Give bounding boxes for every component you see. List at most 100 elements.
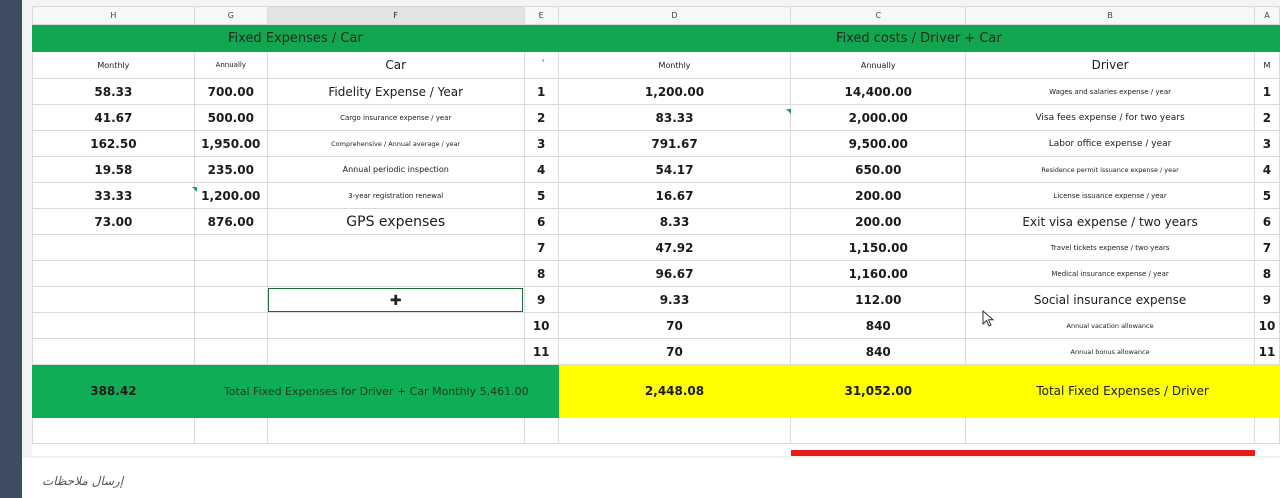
empty-cell[interactable] bbox=[523, 417, 559, 444]
cell-annually-car[interactable]: 700.00 bbox=[193, 78, 268, 105]
cell-annually-driver[interactable]: 200.00 bbox=[790, 182, 967, 209]
cell-monthly-car[interactable]: 41.67 bbox=[32, 104, 195, 131]
cell-index-a[interactable]: 4 bbox=[1253, 156, 1280, 183]
cell-car-item[interactable]: Comprehensive / Annual average / year bbox=[266, 130, 525, 157]
empty-cell[interactable] bbox=[1253, 417, 1280, 444]
cell-monthly-driver[interactable]: 70 bbox=[557, 338, 792, 365]
cell-car-item[interactable]: Annual periodic inspection bbox=[266, 156, 525, 183]
subheader-car[interactable]: Car bbox=[266, 51, 525, 79]
driver-car-section-title[interactable]: Fixed costs / Driver + Car bbox=[557, 24, 1280, 52]
cell-monthly-driver[interactable]: 96.67 bbox=[557, 260, 792, 287]
cell-driver-item[interactable]: Annual vacation allowance bbox=[965, 312, 1255, 339]
empty-cell[interactable] bbox=[193, 417, 268, 444]
cell-index[interactable]: 2 bbox=[523, 104, 559, 131]
cell-index-a[interactable]: 5 bbox=[1253, 182, 1280, 209]
cell-monthly-car[interactable]: 162.50 bbox=[32, 130, 195, 157]
cell-monthly-driver[interactable]: 1,200.00 bbox=[557, 78, 792, 105]
cell-monthly-driver[interactable]: 47.92 bbox=[557, 234, 792, 261]
cell-annually-car[interactable]: 235.00 bbox=[193, 156, 268, 183]
cell-index[interactable]: 4 bbox=[523, 156, 559, 183]
cell-driver-item[interactable]: Labor office expense / year bbox=[965, 130, 1255, 157]
send-feedback-link[interactable]: إرسال ملاحظات bbox=[42, 474, 123, 488]
empty-cell[interactable] bbox=[557, 417, 792, 444]
cell-annually-car[interactable]: 876.00 bbox=[193, 208, 268, 235]
cell-car-item[interactable] bbox=[266, 312, 525, 339]
cell-annually-driver[interactable]: 840 bbox=[790, 312, 967, 339]
column-header-c[interactable]: C bbox=[790, 6, 967, 25]
cell-index-a[interactable]: 3 bbox=[1253, 130, 1280, 157]
cell-car-item[interactable]: GPS expenses bbox=[266, 208, 525, 235]
cell-annually-car[interactable]: 500.00 bbox=[193, 104, 268, 131]
cell-annually-driver[interactable]: 14,400.00 bbox=[790, 78, 967, 105]
cell-annually-driver[interactable]: 112.00 bbox=[790, 286, 967, 313]
column-header-b[interactable]: B bbox=[965, 6, 1255, 25]
subheader-annually-car[interactable]: Annually bbox=[193, 51, 268, 79]
cell-monthly-driver[interactable]: 8.33 bbox=[557, 208, 792, 235]
empty-cell[interactable] bbox=[32, 417, 195, 444]
cell-annually-car[interactable] bbox=[193, 312, 268, 339]
cell-index[interactable]: 5 bbox=[523, 182, 559, 209]
cell-index-a[interactable]: 9 bbox=[1253, 286, 1280, 313]
cell-monthly-driver[interactable]: 70 bbox=[557, 312, 792, 339]
cell-monthly-driver[interactable]: 16.67 bbox=[557, 182, 792, 209]
cell-car-item[interactable] bbox=[266, 234, 525, 261]
cell-annually-car[interactable]: 1,950.00 bbox=[193, 130, 268, 157]
cell-car-item[interactable] bbox=[266, 338, 525, 365]
cell-index[interactable]: 8 bbox=[523, 260, 559, 287]
cell-monthly-car[interactable]: 73.00 bbox=[32, 208, 195, 235]
subheader-monthly-car[interactable]: Monthly bbox=[32, 51, 195, 79]
cell-monthly-driver[interactable]: 83.33 bbox=[557, 104, 792, 131]
cell-index[interactable]: 6 bbox=[523, 208, 559, 235]
subheader-annually-driver[interactable]: Annually bbox=[790, 51, 967, 79]
cell-index[interactable]: 11 bbox=[523, 338, 559, 365]
total-combined-label[interactable]: Total Fixed Expenses for Driver + Car Mo… bbox=[193, 364, 559, 418]
empty-cell[interactable] bbox=[790, 417, 967, 444]
subheader-index[interactable]: ٔ bbox=[523, 51, 559, 79]
column-header-a[interactable]: A bbox=[1253, 6, 1280, 25]
cell-driver-item[interactable]: Exit visa expense / two years bbox=[965, 208, 1255, 235]
cell-driver-item[interactable]: Visa fees expense / for two years bbox=[965, 104, 1255, 131]
cell-annually-driver[interactable]: 200.00 bbox=[790, 208, 967, 235]
cell-monthly-car[interactable]: 33.33 bbox=[32, 182, 195, 209]
cell-index[interactable]: 7 bbox=[523, 234, 559, 261]
cell-annually-car[interactable] bbox=[193, 234, 268, 261]
cell-annually-car[interactable]: 1,200.00 bbox=[193, 182, 268, 209]
subheader-driver[interactable]: Driver bbox=[965, 51, 1255, 79]
selected-cell[interactable]: ✚ bbox=[266, 286, 525, 313]
cell-car-item[interactable]: 3-year registration renewal bbox=[266, 182, 525, 209]
cell-monthly-car[interactable] bbox=[32, 312, 195, 339]
cell-driver-item[interactable]: Wages and salaries expense / year bbox=[965, 78, 1255, 105]
spreadsheet[interactable]: H G F E D C B A Fixed Expenses / Car Fix… bbox=[32, 0, 1280, 456]
cell-driver-item[interactable]: License issuance expense / year bbox=[965, 182, 1255, 209]
cell-annually-driver[interactable]: 2,000.00 bbox=[790, 104, 967, 131]
cell-monthly-driver[interactable]: 9.33 bbox=[557, 286, 792, 313]
cell-monthly-car[interactable]: 58.33 bbox=[32, 78, 195, 105]
cell-driver-item[interactable]: Social insurance expense bbox=[965, 286, 1255, 313]
cell-driver-item[interactable]: Annual bonus allowance bbox=[965, 338, 1255, 365]
cell-annually-driver[interactable]: 840 bbox=[790, 338, 967, 365]
cell-monthly-car[interactable] bbox=[32, 338, 195, 365]
subheader-monthly-driver[interactable]: Monthly bbox=[557, 51, 792, 79]
cell-driver-item[interactable]: Residence permit issuance expense / year bbox=[965, 156, 1255, 183]
cell-index-a[interactable]: 2 bbox=[1253, 104, 1280, 131]
cell-index-a[interactable]: 6 bbox=[1253, 208, 1280, 235]
cell-driver-item[interactable]: Travel tickets expense / two years bbox=[965, 234, 1255, 261]
car-section-title[interactable]: Fixed Expenses / Car bbox=[32, 24, 559, 52]
cell-monthly-driver[interactable]: 791.67 bbox=[557, 130, 792, 157]
total-driver-label[interactable]: Total Fixed Expenses / Driver bbox=[965, 364, 1280, 418]
cell-index-a[interactable]: 8 bbox=[1253, 260, 1280, 287]
column-header-e[interactable]: E bbox=[523, 6, 559, 25]
column-header-d[interactable]: D bbox=[557, 6, 792, 25]
cell-index[interactable]: 1 bbox=[523, 78, 559, 105]
total-monthly-car[interactable]: 388.42 bbox=[32, 364, 195, 418]
cell-index[interactable]: 9 bbox=[523, 286, 559, 313]
cell-annually-driver[interactable]: 1,160.00 bbox=[790, 260, 967, 287]
cell-annually-car[interactable] bbox=[193, 338, 268, 365]
subheader-m[interactable]: M bbox=[1253, 51, 1280, 79]
cell-car-item[interactable]: Fidelity Expense / Year bbox=[266, 78, 525, 105]
cell-car-item[interactable] bbox=[266, 260, 525, 287]
cell-index-a[interactable]: 10 bbox=[1253, 312, 1280, 339]
cell-driver-item[interactable]: Medical insurance expense / year bbox=[965, 260, 1255, 287]
cell-index-a[interactable]: 11 bbox=[1253, 338, 1280, 365]
cell-index[interactable]: 10 bbox=[523, 312, 559, 339]
